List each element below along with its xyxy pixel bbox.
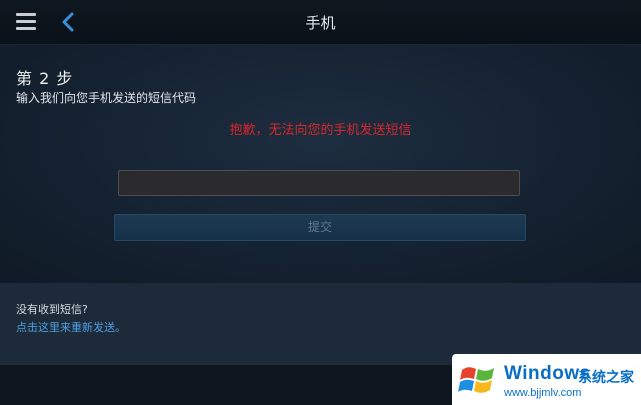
- error-message: 抱歉，无法向您的手机发送短信: [229, 123, 412, 138]
- windows-logo-icon: [456, 358, 500, 400]
- step-subtitle: 输入我们向您手机发送的短信代码: [16, 91, 197, 105]
- watermark-brand-cn: 系统之家: [578, 370, 634, 386]
- step-title: 第 2 步: [16, 69, 74, 88]
- footer-panel: 没有收到短信? 点击这里来重新发送。: [0, 283, 641, 365]
- watermark: Windows 系统之家 www.bjjmlv.com: [452, 354, 641, 405]
- top-bar: 手机: [0, 0, 641, 45]
- resend-link[interactable]: 点击这里来重新发送。: [16, 319, 126, 335]
- submit-button[interactable]: 提交: [114, 214, 526, 241]
- watermark-url: www.bjjmlv.com: [504, 387, 582, 399]
- main-panel: 第 2 步 输入我们向您手机发送的短信代码 抱歉，无法向您的手机发送短信 提交: [0, 45, 641, 283]
- no-sms-text: 没有收到短信?: [16, 303, 88, 316]
- sms-code-input[interactable]: [118, 170, 520, 196]
- page-title: 手机: [305, 14, 336, 32]
